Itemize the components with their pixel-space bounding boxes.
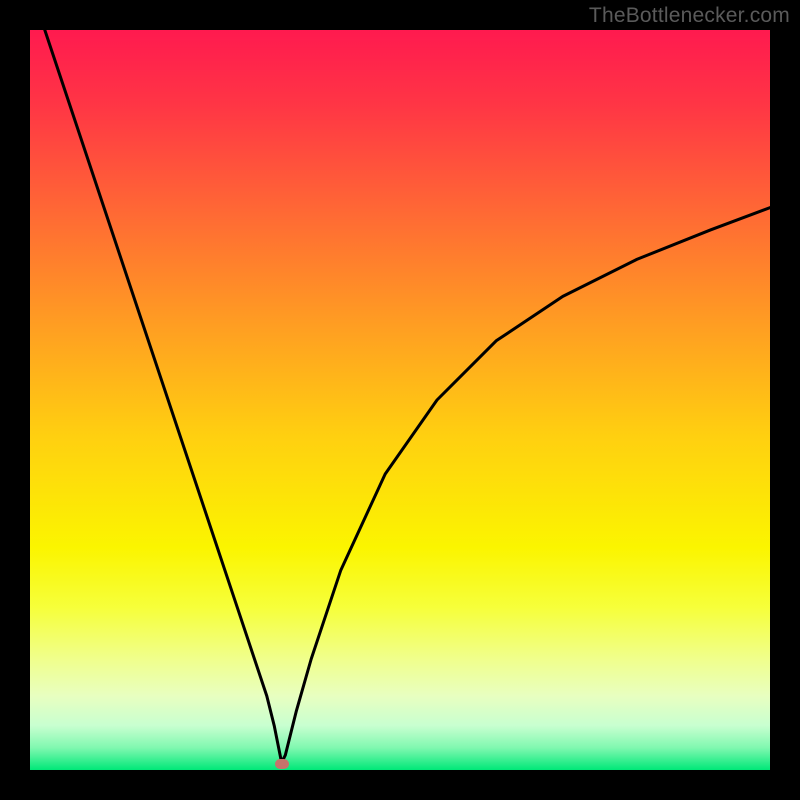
heatmap-gradient (30, 30, 770, 770)
chart-frame (30, 30, 770, 770)
watermark-text: TheBottlenecker.com (589, 4, 790, 28)
optimal-point-marker (275, 759, 289, 769)
